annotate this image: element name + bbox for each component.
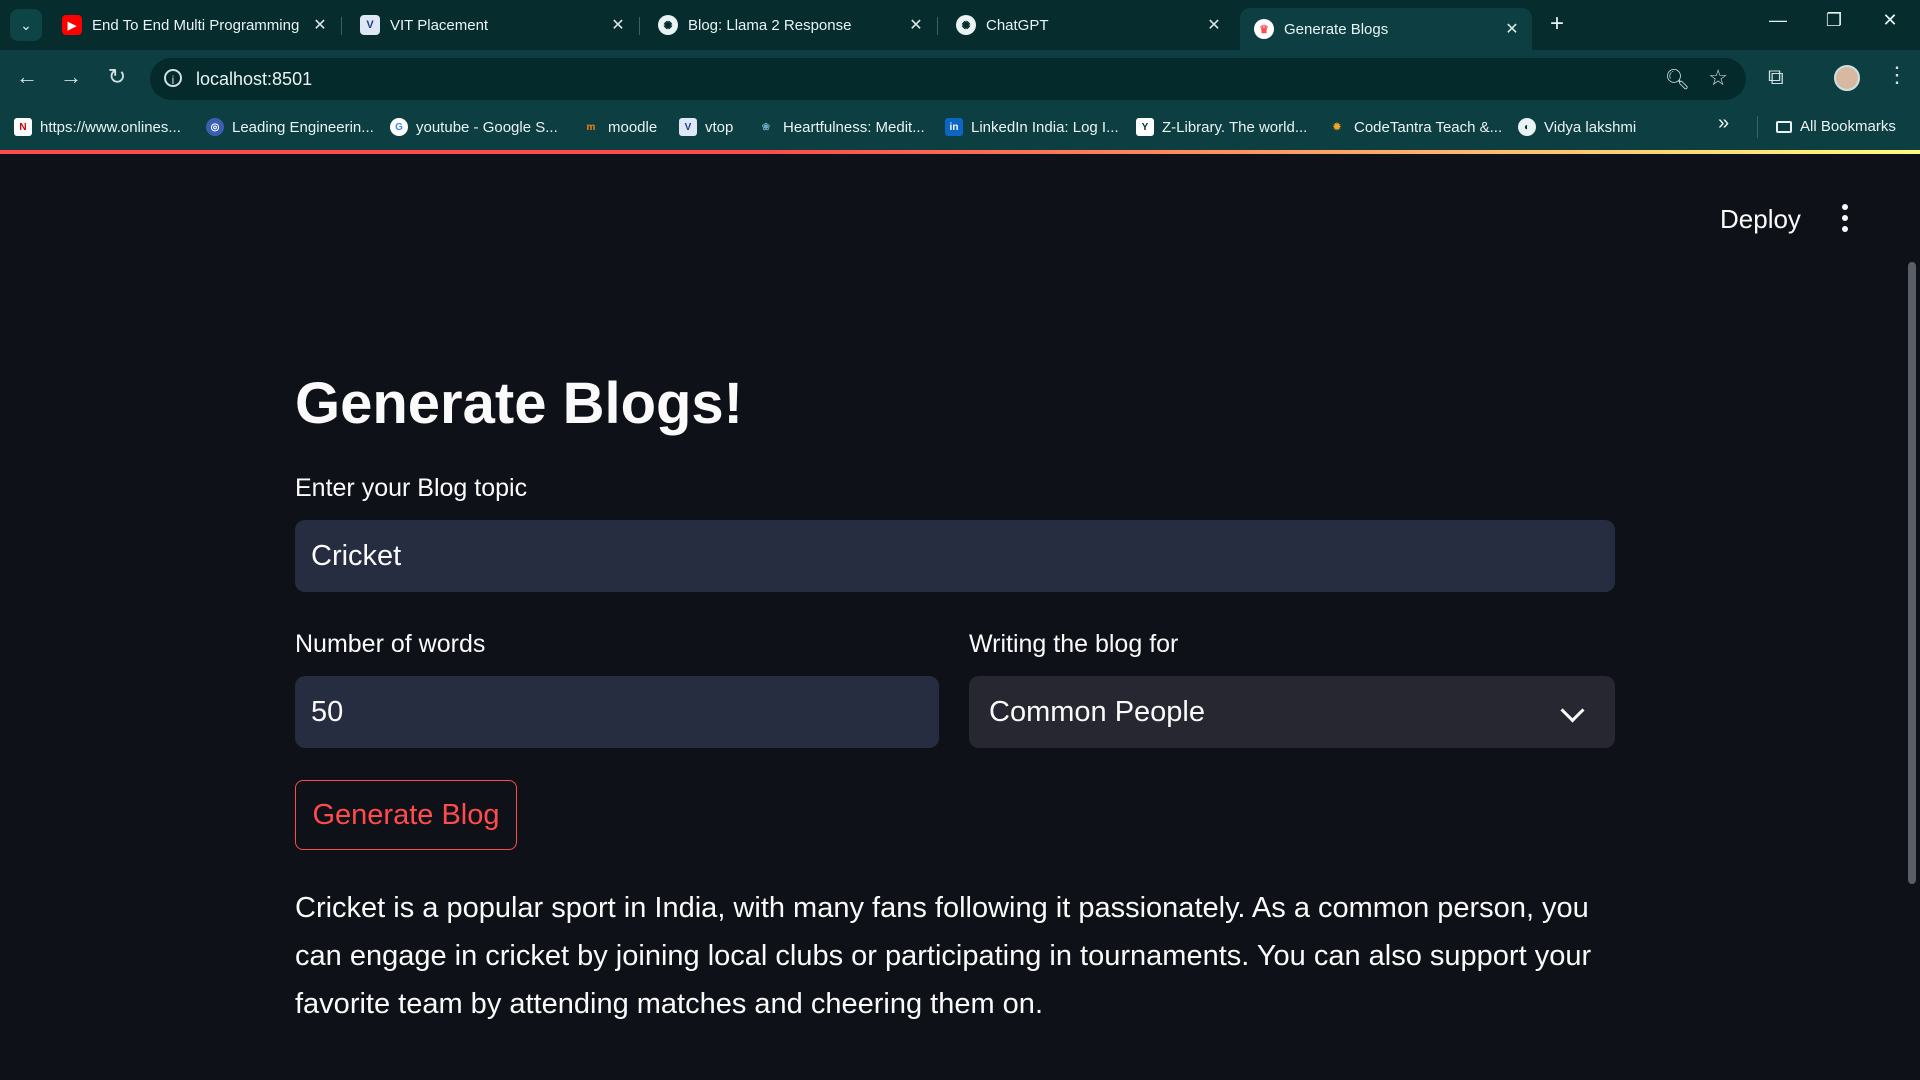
heartfulness-icon: ❀ — [761, 121, 771, 133]
tab-title: ChatGPT — [986, 16, 1049, 34]
bookmark-star-icon[interactable]: ☆ — [1708, 65, 1728, 91]
bookmark-item[interactable]: Vvtop — [679, 118, 733, 136]
openai-icon: ✺ — [658, 15, 678, 35]
openai-icon: ✺ — [956, 15, 976, 35]
bookmark-item[interactable]: ◎ Leading Engineerin... — [206, 118, 374, 136]
generate-blog-button[interactable]: Generate Blog — [295, 780, 517, 850]
globe-icon: ◎ — [206, 118, 224, 136]
restore-button[interactable]: ❐ — [1814, 10, 1854, 31]
topic-label: Enter your Blog topic — [295, 474, 528, 502]
bookmarks-bar: Nhttps://www.onlines... ◎ Leading Enginee… — [0, 108, 1920, 150]
tab-2[interactable]: V VIT Placement ✕ — [346, 8, 640, 42]
audience-label: Writing the blog for — [969, 630, 1179, 658]
tab-strip: ⌄ ▶ End To End Multi Programming ✕ V VIT… — [0, 0, 1920, 50]
bookmark-label: Vidya lakshmi — [1544, 118, 1637, 136]
bookmark-label: Leading Engineerin... — [232, 118, 374, 136]
tab-4[interactable]: ✺ ChatGPT ✕ — [942, 8, 1234, 42]
tab-title: End To End Multi Programming — [92, 16, 300, 34]
tab-search-button[interactable]: ⌄ — [10, 9, 42, 41]
chevron-down-icon: ⌄ — [20, 16, 32, 33]
tab-3[interactable]: ✺ Blog: Llama 2 Response ✕ — [644, 8, 938, 42]
extensions-icon[interactable]: ⧉ — [1768, 64, 1784, 90]
bookmark-item[interactable]: Y Z-Library. The world... — [1136, 118, 1307, 136]
tab-1[interactable]: ▶ End To End Multi Programming ✕ — [48, 8, 342, 42]
forward-button[interactable]: → — [56, 64, 86, 90]
deploy-button[interactable]: Deploy — [1720, 204, 1801, 235]
close-window-button[interactable]: ✕ — [1870, 10, 1910, 31]
address-bar[interactable]: i localhost:8501 🔍︎ ☆ — [150, 58, 1746, 100]
bookmark-label: Z-Library. The world... — [1162, 118, 1308, 136]
google-icon: G — [390, 118, 408, 136]
words-input-field[interactable] — [311, 696, 908, 729]
bookmark-label: https://www.onlines... — [40, 118, 181, 136]
bookmark-label: Heartfulness: Medit... — [783, 118, 925, 136]
bookmark-item[interactable]: ✹ CodeTantra Teach &... — [1328, 118, 1502, 136]
browser-menu-icon[interactable]: ⋮ — [1886, 62, 1908, 88]
streamlit-decoration-bar — [0, 150, 1920, 154]
bookmark-item[interactable]: Gyoutube - Google S... — [390, 118, 558, 136]
tab-title: VIT Placement — [390, 16, 489, 34]
tab-title: Generate Blogs — [1284, 20, 1389, 38]
chevron-down-icon — [1560, 698, 1585, 723]
words-label: Number of words — [295, 630, 486, 658]
linkedin-icon: in — [945, 118, 963, 136]
new-tab-button[interactable]: + — [1542, 10, 1572, 38]
codetantra-icon: ✹ — [1332, 121, 1342, 133]
topic-input-field[interactable] — [311, 540, 1550, 573]
reload-button[interactable]: ↻ — [102, 64, 132, 90]
youtube-icon: ▶ — [62, 15, 82, 35]
vidyalakshmi-icon: ◐ — [1518, 118, 1536, 136]
bookmark-label: LinkedIn India: Log I... — [971, 118, 1119, 136]
tab-title: Blog: Llama 2 Response — [688, 16, 852, 34]
more-bookmarks-icon[interactable]: » — [1718, 112, 1729, 135]
browser-toolbar: ← → ↻ i localhost:8501 🔍︎ ☆ — [0, 50, 1920, 108]
bookmark-item[interactable]: ◐ Vidya lakshmi — [1518, 118, 1636, 136]
folder-icon — [1776, 120, 1792, 133]
profile-avatar[interactable] — [1834, 65, 1860, 91]
close-icon[interactable]: ✕ — [604, 15, 632, 35]
bookmark-item[interactable]: m moodle — [582, 118, 658, 136]
audience-select[interactable]: Common People — [969, 676, 1615, 748]
tab-5-active[interactable]: ♛ Generate Blogs ✕ — [1240, 8, 1532, 50]
bookmarks-divider — [1757, 116, 1758, 138]
url-text[interactable]: localhost:8501 — [196, 69, 312, 90]
scrollbar-thumb[interactable] — [1908, 262, 1916, 884]
all-bookmarks-label: All Bookmarks — [1800, 118, 1896, 135]
minimize-button[interactable]: — — [1758, 10, 1798, 31]
moodle-icon: m — [586, 121, 596, 133]
nsdl-icon: N — [14, 118, 32, 136]
page-title: Generate Blogs! — [295, 371, 743, 436]
audience-selected-value: Common People — [989, 696, 1205, 728]
generated-blog-text: Cricket is a popular sport in India, wit… — [295, 892, 1592, 1020]
bookmark-label: vtop — [705, 118, 734, 136]
all-bookmarks-button[interactable]: All Bookmarks — [1776, 118, 1896, 135]
vtop-icon: V — [679, 118, 697, 136]
bookmark-label: CodeTantra Teach &... — [1354, 118, 1503, 136]
bookmark-item[interactable]: in LinkedIn India: Log I... — [945, 118, 1119, 136]
bookmark-label: youtube - Google S... — [416, 118, 558, 136]
close-icon[interactable]: ✕ — [1200, 15, 1228, 35]
main-menu-icon[interactable] — [1840, 204, 1850, 237]
bookmark-label: moodle — [608, 118, 658, 136]
site-info-icon[interactable]: i — [164, 69, 182, 87]
back-button[interactable]: ← — [12, 64, 42, 90]
close-icon[interactable]: ✕ — [306, 15, 334, 35]
bookmark-item[interactable]: Nhttps://www.onlines... — [14, 118, 181, 136]
zoom-icon[interactable]: 🔍︎ — [1665, 67, 1690, 92]
close-icon[interactable]: ✕ — [902, 15, 930, 35]
vit-icon: V — [360, 15, 380, 35]
close-icon[interactable]: ✕ — [1498, 19, 1526, 39]
words-input[interactable] — [295, 676, 939, 748]
zlibrary-icon: Y — [1136, 118, 1154, 136]
topic-input[interactable] — [295, 520, 1615, 592]
bookmark-item[interactable]: ❀ Heartfulness: Medit... — [757, 118, 925, 136]
crown-icon: ♛ — [1254, 19, 1274, 39]
